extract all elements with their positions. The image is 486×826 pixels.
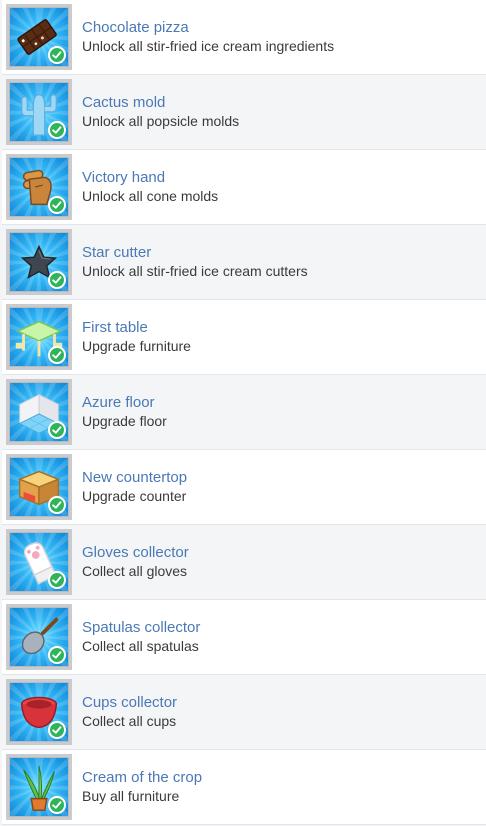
achievement-title: First table <box>82 319 148 336</box>
achievement-row[interactable]: Gloves collector Collect all gloves <box>2 525 486 600</box>
achievement-row[interactable]: Cactus mold Unlock all popsicle molds <box>2 75 486 150</box>
achievement-icon-frame <box>6 79 72 145</box>
achievement-description: Upgrade furniture <box>82 338 191 354</box>
achievement-list: Chocolate pizza Unlock all stir-fried ic… <box>2 0 486 825</box>
achievement-description: Unlock all stir-fried ice cream cutters <box>82 263 308 279</box>
check-icon <box>48 421 66 439</box>
achievement-title: Cream of the crop <box>82 769 203 786</box>
achievement-row[interactable]: Victory hand Unlock all cone molds <box>2 150 486 225</box>
achievement-title: Cups collector <box>82 694 178 711</box>
achievement-icon-frame <box>6 679 72 745</box>
check-icon <box>48 796 66 814</box>
achievement-icon-frame <box>6 454 72 520</box>
achievement-description: Unlock all cone molds <box>82 188 219 204</box>
achievement-description: Upgrade counter <box>82 488 187 504</box>
achievement-title: Cactus mold <box>82 94 166 111</box>
achievement-title: Spatulas collector <box>82 619 201 636</box>
achievement-description: Unlock all stir-fried ice cream ingredie… <box>82 38 335 54</box>
achievement-title: Star cutter <box>82 244 152 261</box>
achievement-row[interactable]: Spatulas collector Collect all spatulas <box>2 600 486 675</box>
achievement-description: Collect all cups <box>82 713 177 729</box>
check-icon <box>48 571 66 589</box>
achievement-icon-frame <box>6 529 72 595</box>
achievement-description: Collect all gloves <box>82 563 188 579</box>
achievement-row[interactable]: Azure floor Upgrade floor <box>2 375 486 450</box>
achievement-description: Unlock all popsicle molds <box>82 113 240 129</box>
achievement-icon-frame <box>6 4 72 70</box>
achievement-title: Azure floor <box>82 394 155 411</box>
achievement-description: Collect all spatulas <box>82 638 199 654</box>
achievement-icon-frame <box>6 604 72 670</box>
check-icon <box>48 121 66 139</box>
achievement-icon-frame <box>6 304 72 370</box>
achievement-row[interactable]: First table Upgrade furniture <box>2 300 486 375</box>
check-icon <box>48 271 66 289</box>
check-icon <box>48 196 66 214</box>
achievement-title: Gloves collector <box>82 544 189 561</box>
achievement-icon-frame <box>6 379 72 445</box>
achievement-title: Victory hand <box>82 169 166 186</box>
achievement-icon-frame <box>6 229 72 295</box>
check-icon <box>48 46 66 64</box>
achievement-row[interactable]: Star cutter Unlock all stir-fried ice cr… <box>2 225 486 300</box>
achievement-title: New countertop <box>82 469 188 486</box>
check-icon <box>48 496 66 514</box>
check-icon <box>48 721 66 739</box>
achievement-row[interactable]: New countertop Upgrade counter <box>2 450 486 525</box>
achievement-description: Upgrade floor <box>82 413 167 429</box>
achievement-description: Buy all furniture <box>82 788 180 804</box>
achievement-icon-frame <box>6 154 72 220</box>
achievement-row[interactable]: Chocolate pizza Unlock all stir-fried ic… <box>2 0 486 75</box>
achievement-row[interactable]: Cream of the crop Buy all furniture <box>2 750 486 825</box>
achievement-title: Chocolate pizza <box>82 19 189 36</box>
achievement-row[interactable]: Cups collector Collect all cups <box>2 675 486 750</box>
check-icon <box>48 646 66 664</box>
check-icon <box>48 346 66 364</box>
achievement-icon-frame <box>6 754 72 820</box>
